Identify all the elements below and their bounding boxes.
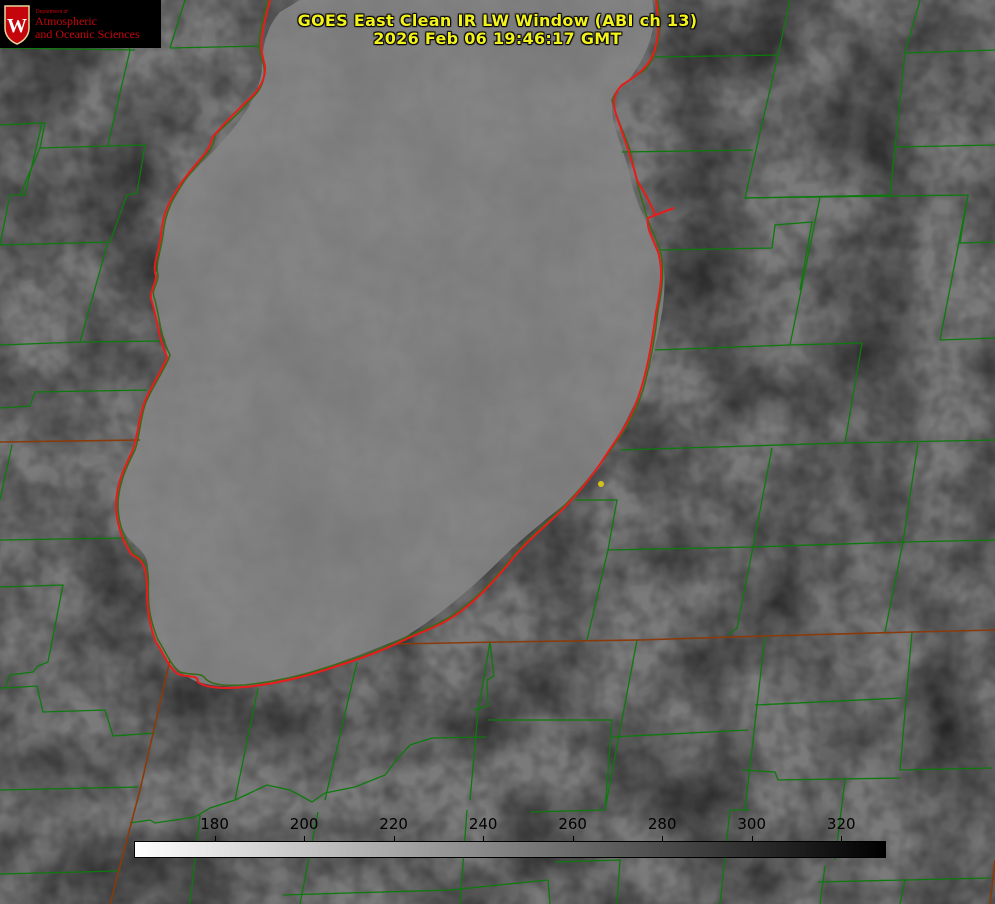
colorbar — [134, 841, 886, 858]
colorbar-tick-label: 240 — [468, 815, 498, 833]
colorbar-tick-label: 200 — [289, 815, 319, 833]
satellite-map — [0, 0, 995, 904]
location-marker — [598, 481, 604, 487]
colorbar-tick-label: 300 — [737, 815, 767, 833]
colorbar-tick-label: 320 — [826, 815, 856, 833]
colorbar-tick-label: 260 — [558, 815, 587, 833]
colorbar-tick-label: 220 — [379, 815, 408, 833]
colorbar-tick-label: 180 — [200, 815, 229, 833]
image-title: GOES East Clean IR LW Window (ABI ch 13) — [297, 11, 698, 30]
image-timestamp: 2026 Feb 06 19:46:17 GMT — [373, 29, 622, 48]
colorbar-tick-label: 280 — [647, 815, 677, 833]
